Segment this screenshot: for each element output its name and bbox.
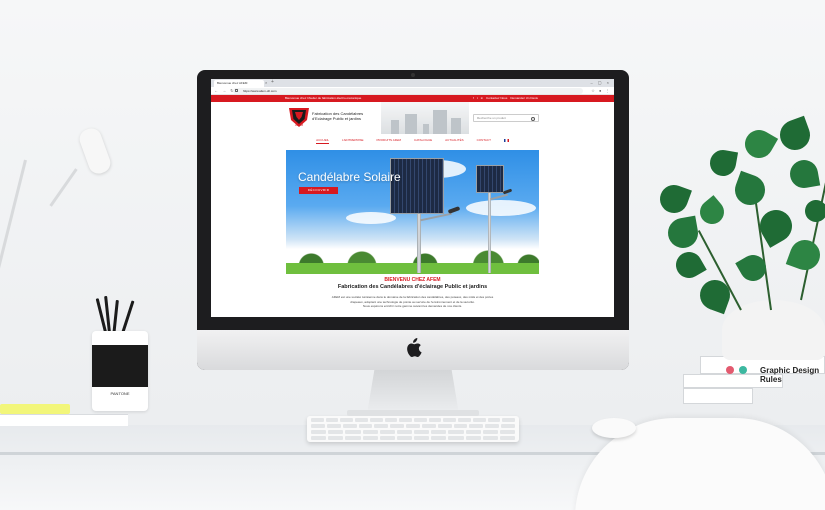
hero-title: Candélabre Solaire [298, 170, 401, 184]
top-strip-links: f t in Contactez Nous Demandez Un Devis [473, 96, 538, 101]
solar-panel [476, 165, 504, 193]
pen-cup: PANTONE [92, 331, 148, 411]
welcome-subtitle: Fabrication des Candélabres d'éclairage … [337, 284, 488, 290]
menu-item-catalogue[interactable]: CATALOGUE [414, 136, 432, 145]
browser-window: Bienvenue chez AFEM × + – ▢ × ← → ↻ http… [211, 79, 614, 317]
grass [286, 263, 539, 274]
main-menu: ACCUEIL L'ENTREPRISE PRODUITS AFEM CATAL… [211, 136, 614, 145]
lamp-head [447, 206, 461, 214]
notebook [0, 414, 128, 426]
intro-line-3: Nous espérons enrichir notre gamme suiva… [362, 304, 463, 308]
book-title: Graphic Design Rules [760, 366, 820, 384]
imac-stand-foot [347, 410, 479, 416]
site-header: AFEM Fabrication des Candélabres d'Eclai… [211, 102, 614, 136]
top-strip-text: Bienvenue chez l'Atelier de fabrication … [285, 96, 362, 100]
tagline-line-2: d'Eclairage Public et jardins [312, 116, 362, 121]
nav-buttons[interactable]: ← → ↻ [214, 88, 235, 93]
language-flag-icon[interactable] [503, 139, 509, 142]
facebook-icon[interactable]: f [473, 96, 474, 101]
discover-button[interactable]: DÉCOUVRIR [299, 187, 338, 194]
menu-item-contact[interactable]: CONTACT [477, 136, 491, 145]
book-dot [739, 366, 747, 374]
welcome-heading: BIENVENU CHEZ AFEM [384, 277, 441, 283]
search-icon[interactable] [531, 116, 535, 121]
search-placeholder: Recherche un produit [477, 116, 506, 120]
contact-link[interactable]: Contactez Nous [486, 96, 507, 101]
imac-camera [411, 73, 415, 77]
apple-logo-icon [407, 338, 422, 358]
solar-panel [390, 158, 444, 214]
url-input[interactable]: https://www.afem-dz.com [233, 88, 583, 94]
cloud [346, 212, 396, 224]
cup-band [92, 345, 148, 387]
tab-close-icon[interactable]: × [265, 80, 267, 85]
window-controls[interactable]: – ▢ × [590, 80, 611, 85]
intro-line-1: AFEM est une société tunisienne dans le … [331, 295, 494, 299]
imac-stand [367, 370, 459, 414]
browser-tab[interactable]: Bienvenue chez AFEM [214, 80, 264, 87]
browser-menu-icon[interactable]: ☆ ● ⋮ [591, 88, 611, 93]
tab-bar: Bienvenue chez AFEM × + – ▢ × [211, 79, 614, 87]
solar-pole [488, 190, 491, 273]
twitter-icon[interactable]: t [477, 96, 478, 101]
quote-link[interactable]: Demandez Un Devis [510, 96, 538, 101]
menu-item-produits[interactable]: PRODUITS AFEM [377, 136, 402, 145]
book-dot [726, 366, 734, 374]
new-tab-icon[interactable]: + [271, 79, 274, 85]
cloud [466, 200, 536, 216]
menu-item-actualites[interactable]: ACTUALITÉS [445, 136, 464, 145]
search-input[interactable]: Recherche un produit [473, 114, 539, 122]
intro-paragraph: AFEM est une société tunisienne dans le … [321, 295, 504, 309]
plant-pot [722, 300, 825, 360]
book [683, 388, 753, 404]
keyboard [307, 416, 519, 442]
menu-item-accueil[interactable]: ACCUEIL [316, 136, 330, 145]
desk-lamp-base [0, 404, 70, 414]
site-tagline: Fabrication des Candélabres d'Eclairage … [312, 111, 372, 121]
lock-icon [235, 89, 238, 92]
top-strip: Bienvenue chez l'Atelier de fabrication … [211, 95, 614, 102]
header-street-image [381, 102, 469, 134]
svg-text:AFEM: AFEM [295, 123, 304, 127]
cup-brand-label: PANTONE [110, 391, 130, 396]
url-text: https://www.afem-dz.com [243, 89, 277, 93]
menu-item-entreprise[interactable]: L'ENTREPRISE [342, 136, 363, 145]
address-bar: ← → ↻ https://www.afem-dz.com ☆ ● ⋮ [211, 87, 614, 95]
hero-slider: Candélabre Solaire DÉCOUVRIR [286, 150, 539, 274]
afem-logo[interactable]: AFEM [287, 105, 311, 129]
linkedin-icon[interactable]: in [481, 96, 483, 101]
mouse [592, 418, 636, 438]
